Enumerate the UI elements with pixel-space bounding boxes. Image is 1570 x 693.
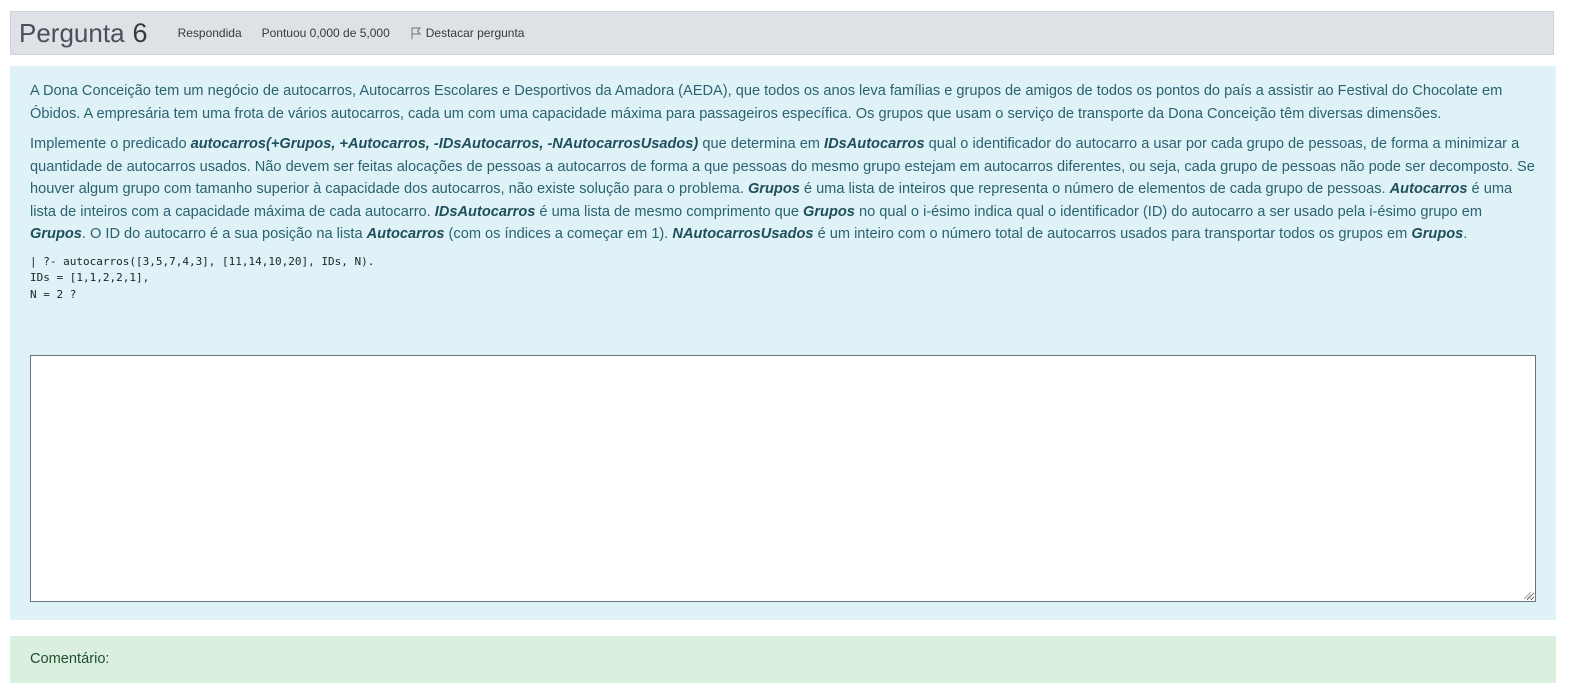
question-text-panel: A Dona Conceição tem um negócio de autoc… — [10, 66, 1556, 620]
flag-question-label: Destacar pergunta — [425, 26, 525, 40]
question-paragraph-1: A Dona Conceição tem um negócio de autoc… — [30, 83, 1503, 122]
code-line: IDs = [1,1,2,2,1], — [30, 271, 150, 284]
comment-label: Comentário: — [30, 651, 110, 667]
question-paragraph-2: Implemente o predicado autocarros(+Grupo… — [30, 136, 1535, 242]
question-status: Respondida — [177, 26, 242, 40]
code-line: N = 2 ? — [30, 287, 77, 301]
question-score: Pontuou 0,000 de 5,000 — [261, 26, 390, 40]
code-line: | ?- autocarros([3,5,7,4,3], [11,14,10,2… — [30, 254, 375, 268]
flag-icon — [411, 27, 421, 39]
resize-grip-icon[interactable] — [1522, 590, 1532, 600]
answer-textarea[interactable] — [30, 355, 1536, 602]
comment-panel: Comentário: — [10, 636, 1556, 683]
example-code-block: | ?- autocarros([3,5,7,4,3], [11,14,10,2… — [30, 254, 1536, 304]
flag-question-link[interactable]: Destacar pergunta — [410, 26, 525, 40]
question-number: 6 — [132, 17, 148, 48]
question-header: Pergunta 6 Respondida Pontuou 0,000 de 5… — [10, 11, 1554, 55]
question-title: Pergunta 6 — [19, 18, 148, 49]
question-title-word: Pergunta — [19, 17, 125, 48]
